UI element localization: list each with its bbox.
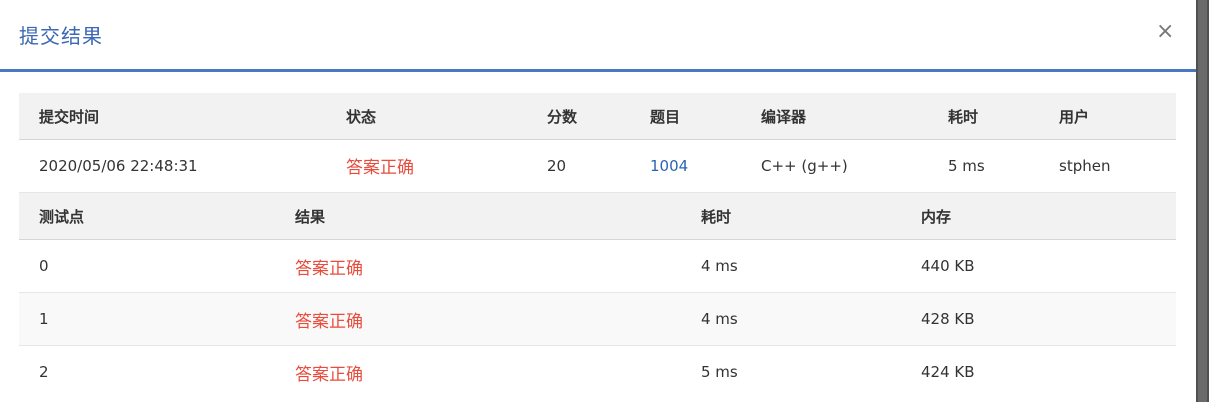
- problem-link[interactable]: 1004: [650, 139, 688, 192]
- testcase-table-header: 测试点 结果 耗时 内存: [19, 193, 1176, 240]
- header-result: 结果: [295, 207, 326, 226]
- testcase-id: 1: [39, 310, 49, 328]
- header-compiler: 编译器: [761, 107, 807, 126]
- submission-table-header: 提交时间 状态 分数 题目 编译器 耗时 用户: [19, 93, 1176, 140]
- header-problem: 题目: [650, 107, 681, 126]
- duration-value: 5 ms: [948, 156, 985, 175]
- testcase-memory: 428 KB: [921, 310, 975, 328]
- testcase-id: 2: [39, 363, 49, 381]
- header-testcase: 测试点: [39, 207, 85, 226]
- testcase-result: 答案正确: [295, 311, 363, 332]
- header-status: 状态: [346, 107, 377, 126]
- compiler-value: C++ (g++): [761, 156, 848, 175]
- dialog-title: 提交结果: [19, 24, 103, 48]
- testcase-result: 答案正确: [295, 258, 363, 279]
- header-memory: 内存: [921, 207, 952, 226]
- header-score: 分数: [547, 107, 578, 126]
- table-row: 1 答案正确 4 ms 428 KB: [19, 293, 1176, 346]
- testcase-id: 0: [39, 257, 49, 275]
- header-tc-time: 耗时: [701, 207, 732, 226]
- dialog-header: 提交结果 ×: [0, 0, 1196, 72]
- table-row: 0 答案正确 4 ms 440 KB: [19, 240, 1176, 293]
- header-user: 用户: [1059, 107, 1090, 126]
- close-icon[interactable]: ×: [1156, 18, 1174, 46]
- testcase-memory: 440 KB: [921, 257, 975, 275]
- testcase-time: 5 ms: [701, 363, 738, 381]
- status-value: 答案正确: [346, 158, 414, 178]
- score-value: 20: [547, 156, 567, 175]
- header-divider: [0, 69, 1196, 72]
- header-submit-time: 提交时间: [39, 107, 100, 126]
- table-row: 2 答案正确 5 ms 424 KB: [19, 346, 1176, 398]
- testcase-time: 4 ms: [701, 257, 738, 275]
- page-scrollbar[interactable]: [1196, 0, 1209, 402]
- submit-time: 2020/05/06 22:48:31: [39, 156, 198, 175]
- user-value: stphen: [1059, 156, 1111, 175]
- testcase-memory: 424 KB: [921, 363, 975, 381]
- submission-result-dialog: 提交结果 × 提交时间 状态 分数 题目 编译器 耗时 用户 2020/05/0…: [0, 0, 1196, 402]
- scrollbar-thumb[interactable]: [1198, 0, 1207, 402]
- submission-row: 2020/05/06 22:48:31 答案正确 20 1004 C++ (g+…: [19, 139, 1176, 193]
- testcase-result: 答案正确: [295, 364, 363, 385]
- header-duration: 耗时: [948, 107, 979, 126]
- testcase-time: 4 ms: [701, 310, 738, 328]
